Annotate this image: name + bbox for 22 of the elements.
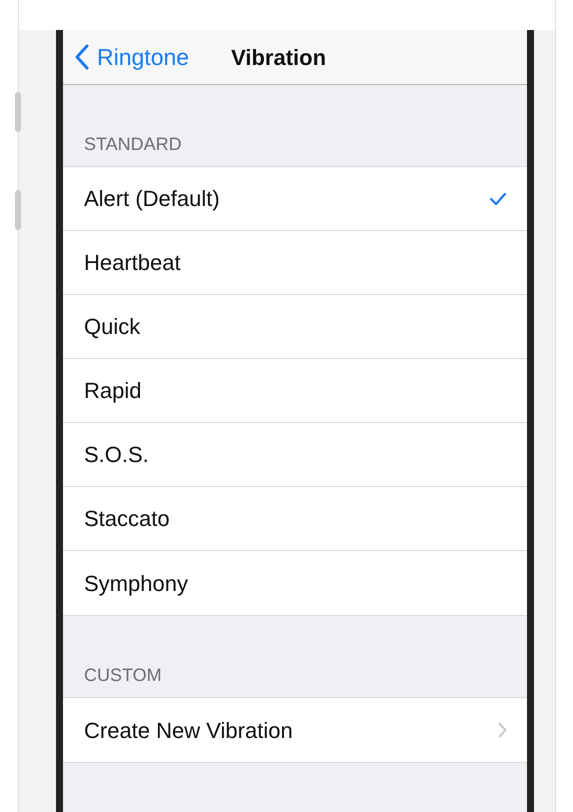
- row-label: Rapid: [84, 377, 142, 405]
- option-row[interactable]: Rapid: [63, 359, 527, 423]
- row-label: Quick: [84, 313, 140, 341]
- option-row[interactable]: Symphony: [63, 551, 527, 615]
- back-chevron-icon: [75, 44, 89, 70]
- chevron-right-icon: [498, 722, 507, 738]
- menu-row[interactable]: Create New Vibration: [63, 698, 527, 762]
- option-row[interactable]: Alert (Default): [63, 167, 527, 231]
- row-label: Alert (Default): [84, 185, 220, 213]
- row-label: Staccato: [84, 505, 170, 533]
- section-header: STANDARD: [83, 133, 183, 156]
- row-label: Symphony: [84, 570, 188, 598]
- row-label: S.O.S.: [84, 441, 149, 469]
- option-row[interactable]: Heartbeat: [63, 231, 527, 295]
- row-label: Create New Vibration: [84, 716, 293, 744]
- option-row[interactable]: S.O.S.: [63, 423, 527, 487]
- back-button[interactable]: Ringtone: [75, 40, 190, 74]
- screen-title: Vibration: [231, 44, 326, 72]
- row-label: Heartbeat: [84, 249, 181, 277]
- option-row[interactable]: Quick: [63, 295, 527, 359]
- option-row[interactable]: Staccato: [63, 487, 527, 551]
- section-header: CUSTOM: [83, 664, 163, 687]
